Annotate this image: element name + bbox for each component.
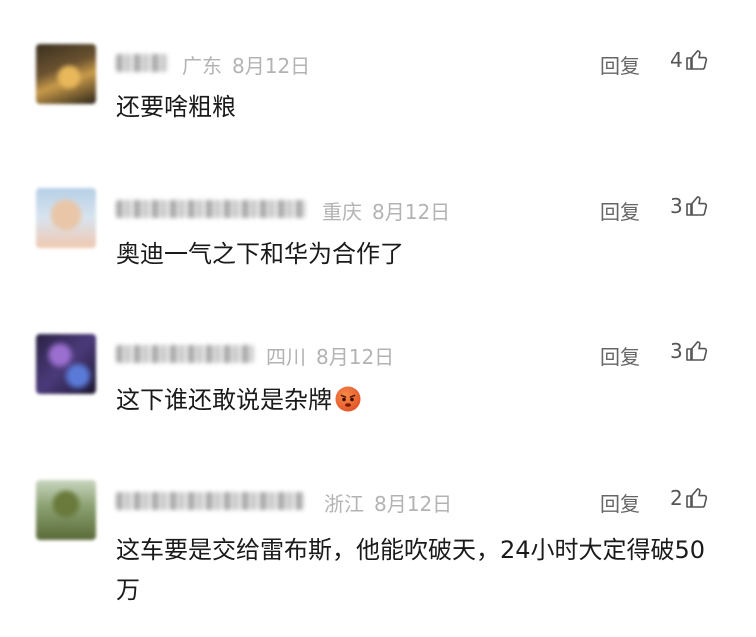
comment-location: 浙江 (324, 492, 364, 516)
like-button[interactable]: 2 (670, 486, 709, 510)
comment-text: 这车要是交给雷布斯，他能吹破天，24小时大定得破50万 (116, 536, 706, 604)
reply-button[interactable]: 回复 (600, 50, 640, 79)
comment-text: 还要啥粗粮 (116, 93, 236, 121)
comment-date: 8月12日 (232, 54, 311, 78)
avatar[interactable] (36, 334, 96, 394)
reply-button[interactable]: 回复 (600, 341, 640, 370)
avatar[interactable] (36, 480, 96, 540)
comment-location: 重庆 (322, 200, 362, 224)
comment-text: 奥迪一气之下和华为合作了 (116, 240, 404, 268)
like-count: 3 (670, 194, 683, 218)
like-button[interactable]: 3 (670, 194, 709, 218)
like-count: 2 (670, 486, 683, 510)
comment-date: 8月12日 (372, 200, 451, 224)
comment-text-content: 这下谁还敢说是杂牌 (116, 386, 332, 414)
like-count: 4 (670, 48, 683, 72)
avatar[interactable] (36, 188, 96, 248)
like-button[interactable]: 3 (670, 339, 709, 363)
thumbs-up-icon (685, 341, 707, 361)
comment-meta: 四川 8月12日 (266, 341, 394, 370)
like-count: 3 (670, 339, 683, 363)
angry-face-emoji (335, 386, 361, 412)
thumbs-up-icon (685, 488, 707, 508)
thumbs-up-icon (685, 196, 707, 216)
username-blurred[interactable] (116, 345, 254, 363)
comment-location: 四川 (266, 345, 306, 369)
comment-meta: 重庆 8月12日 (322, 196, 450, 225)
reply-button[interactable]: 回复 (600, 196, 640, 225)
username-blurred[interactable] (116, 492, 304, 510)
reply-button[interactable]: 回复 (600, 488, 640, 517)
avatar[interactable] (36, 44, 96, 104)
like-button[interactable]: 4 (670, 48, 709, 72)
comment-meta: 浙江 8月12日 (324, 488, 452, 517)
comment-date: 8月12日 (374, 492, 453, 516)
comment-meta: 广东 8月12日 (182, 50, 310, 79)
username-blurred[interactable] (116, 200, 306, 218)
username-blurred[interactable] (116, 54, 168, 72)
comment-date: 8月12日 (316, 345, 395, 369)
comment-text: 这下谁还敢说是杂牌 (116, 381, 726, 419)
thumbs-up-icon (685, 50, 707, 70)
comment-location: 广东 (182, 54, 222, 78)
